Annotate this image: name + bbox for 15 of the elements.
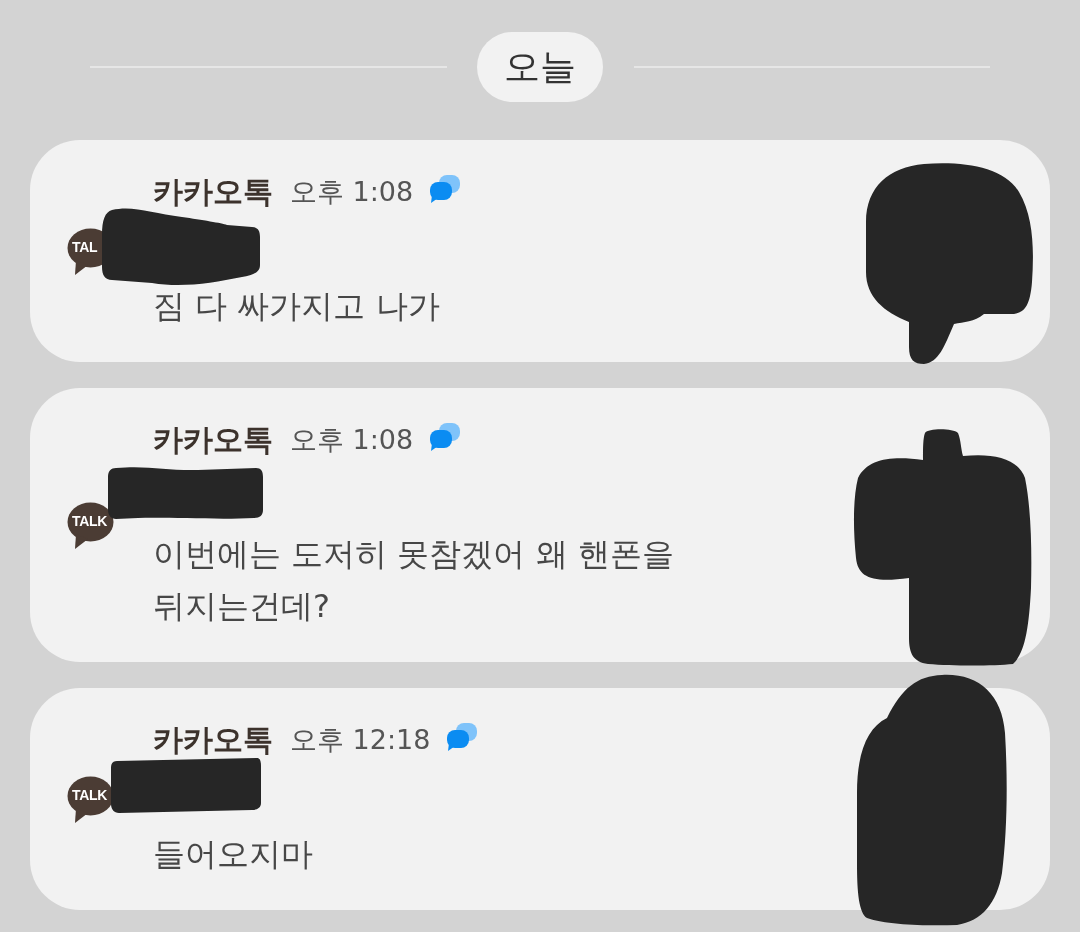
chat-bubbles-icon — [430, 423, 461, 451]
date-chip: 오늘 — [476, 32, 603, 102]
notification-time: 오후 1:08 — [290, 175, 414, 209]
talk-logo: TALK — [67, 776, 114, 824]
chat-bubbles-icon — [430, 175, 461, 203]
talk-logo: TALK — [67, 502, 114, 550]
app-name: 카카오톡 — [153, 420, 273, 459]
app-name: 카카오톡 — [153, 172, 273, 211]
message-text: 이번에는 도저히 못참겠어 왜 핸폰을 뒤지는건데? — [153, 534, 675, 627]
message-text: 들어오지마 — [153, 834, 314, 875]
notification-time: 오후 12:18 — [290, 723, 431, 757]
chat-bubbles-icon — [447, 723, 478, 751]
message-text: 짐 다 싸가지고 나가 — [153, 286, 441, 327]
app-name: 카카오톡 — [153, 720, 273, 759]
notification-time: 오후 1:08 — [290, 423, 414, 457]
